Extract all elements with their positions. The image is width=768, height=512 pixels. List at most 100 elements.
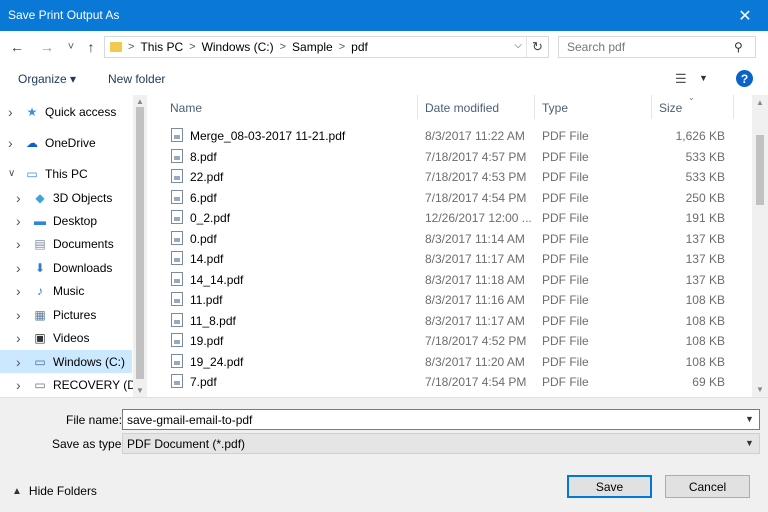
chevron-right-icon[interactable]: ›: [16, 307, 21, 323]
filename-dropdown-icon[interactable]: ▼: [745, 414, 754, 424]
breadcrumb-windows-c[interactable]: Windows (C:): [202, 40, 274, 54]
column-divider[interactable]: [417, 95, 418, 119]
column-divider[interactable]: [534, 95, 535, 119]
table-row[interactable]: 11.pdf 8/3/2017 11:16 AM PDF File 108 KB: [149, 289, 750, 310]
sidebar-item-3d-objects[interactable]: › ◆ 3D Objects: [0, 186, 132, 209]
table-row[interactable]: 0_2.pdf 12/26/2017 12:00 ... PDF File 191 K…: [149, 207, 750, 228]
music-icon: ♪: [37, 283, 43, 298]
file-name: 14_14.pdf: [190, 272, 244, 287]
chevron-right-icon[interactable]: ›: [16, 283, 21, 299]
scroll-up-icon[interactable]: ▲: [756, 98, 764, 107]
chevron-right-icon[interactable]: ›: [16, 377, 21, 393]
navigation-pane-scrollbar[interactable]: ▲ ▼: [133, 95, 147, 397]
table-row[interactable]: 8.pdf 7/18/2017 4:57 PM PDF File 533 KB: [149, 146, 750, 167]
chevron-down-icon[interactable]: ∨: [8, 168, 15, 179]
up-arrow-icon[interactable]: ↑: [82, 38, 100, 56]
save-as-type-dropdown-icon[interactable]: ▼: [745, 438, 754, 448]
table-row[interactable]: 19_24.pdf 8/3/2017 11:20 AM PDF File 108 KB: [149, 351, 750, 372]
sidebar-item-pictures[interactable]: › ▦ Pictures: [0, 303, 132, 326]
chevron-right-icon[interactable]: ›: [8, 135, 13, 151]
back-arrow-icon[interactable]: ←: [8, 38, 26, 56]
sidebar-item-desktop[interactable]: › ▬ Desktop: [0, 209, 132, 232]
column-name[interactable]: Name: [170, 101, 202, 115]
table-row[interactable]: 14.pdf 8/3/2017 11:17 AM PDF File 137 KB: [149, 248, 750, 269]
view-dropdown-icon[interactable]: ▼: [699, 73, 708, 83]
chevron-right-icon[interactable]: ›: [16, 213, 21, 229]
sidebar-item-videos[interactable]: › ▣ Videos: [0, 326, 132, 349]
file-date: 8/3/2017 11:20 AM: [425, 354, 525, 369]
close-icon[interactable]: ✕: [722, 0, 768, 31]
cancel-button[interactable]: Cancel: [665, 475, 750, 498]
sidebar-item-onedrive[interactable]: › ☁ OneDrive: [0, 131, 132, 154]
chevron-right-icon[interactable]: ›: [16, 260, 21, 276]
table-row[interactable]: 7.pdf 7/18/2017 4:54 PM PDF File 69 KB: [149, 371, 750, 392]
chevron-right-icon[interactable]: ›: [8, 104, 13, 120]
column-type[interactable]: Type: [542, 101, 568, 115]
hide-folders-button[interactable]: ▲ Hide Folders: [12, 484, 97, 498]
table-row[interactable]: 19.pdf 7/18/2017 4:52 PM PDF File 108 KB: [149, 330, 750, 351]
sidebar-item-quick-access[interactable]: › ★ Quick access: [0, 100, 132, 123]
column-divider[interactable]: [651, 95, 652, 119]
sidebar-item-this-pc[interactable]: ∨ ▭ This PC: [0, 162, 132, 185]
scroll-up-icon[interactable]: ▲: [136, 97, 144, 106]
file-list-scrollbar[interactable]: ▲ ▼: [752, 95, 768, 397]
table-row[interactable]: Merge_08-03-2017 11-21.pdf 8/3/2017 11:22…: [149, 125, 750, 146]
sidebar-item-label: Documents: [53, 236, 114, 251]
breadcrumb-sample[interactable]: Sample: [292, 40, 333, 54]
table-row[interactable]: 22.pdf 7/18/2017 4:53 PM PDF File 533 KB: [149, 166, 750, 187]
file-type: PDF File: [542, 313, 589, 328]
address-bar[interactable]: > This PC > Windows (C:) > Sample > pdf …: [104, 36, 549, 58]
file-type: PDF File: [542, 129, 589, 143]
file-name: 11.pdf: [190, 293, 223, 307]
file-size: 108 KB: [685, 313, 725, 328]
sidebar-item-music[interactable]: › ♪ Music: [0, 279, 132, 302]
chevron-right-icon[interactable]: ›: [16, 354, 21, 370]
pdf-file-icon: [171, 374, 183, 388]
save-form: File name: ▼ Save as type: PDF Document …: [0, 397, 768, 512]
new-folder-button[interactable]: New folder: [108, 72, 165, 86]
column-divider[interactable]: [733, 95, 734, 119]
organize-button[interactable]: Organize ▾: [18, 72, 76, 86]
recent-locations-icon[interactable]: ˅: [62, 38, 80, 56]
address-dropdown-icon[interactable]: ⌵: [514, 40, 522, 51]
download-icon: ⬇: [34, 260, 46, 275]
forward-arrow-icon[interactable]: →: [38, 38, 56, 56]
refresh-icon[interactable]: ↻: [526, 37, 548, 57]
file-name: 0.pdf: [190, 231, 217, 246]
cube-icon: ◆: [35, 190, 45, 205]
breadcrumb-pdf[interactable]: pdf: [351, 40, 368, 54]
sidebar-item-documents[interactable]: › ▤ Documents: [0, 232, 132, 255]
table-row[interactable]: 6.pdf 7/18/2017 4:54 PM PDF File 250 KB: [149, 187, 750, 208]
scrollbar-thumb[interactable]: [756, 135, 764, 205]
scrollbar-thumb[interactable]: [136, 107, 144, 379]
pdf-file-icon: [171, 312, 183, 327]
table-row[interactable]: 0.pdf 8/3/2017 11:14 AM PDF File 137 KB: [149, 228, 750, 249]
column-size[interactable]: Size: [659, 101, 682, 115]
search-icon[interactable]: ⚲: [734, 40, 748, 54]
table-row[interactable]: 11_8.pdf 8/3/2017 11:17 AM PDF File 108 KB: [149, 310, 750, 331]
save-as-type-select[interactable]: PDF Document (*.pdf): [122, 433, 760, 454]
save-button[interactable]: Save: [567, 475, 652, 498]
scroll-down-icon[interactable]: ▼: [756, 385, 764, 394]
sidebar-item-windows-c[interactable]: › ▭ Windows (C:): [0, 350, 132, 373]
scroll-down-icon[interactable]: ▼: [136, 386, 144, 395]
chevron-right-icon[interactable]: ›: [16, 236, 21, 252]
pdf-file-icon: [171, 353, 183, 368]
navigation-bar: ← → ˅ ↑ > This PC > Windows (C:) > Sampl…: [0, 31, 768, 63]
file-size: 1,626 KB: [675, 129, 725, 143]
sidebar-item-label: Desktop: [53, 213, 98, 228]
computer-icon: ▭: [26, 166, 38, 181]
chevron-right-icon[interactable]: ›: [16, 330, 21, 346]
file-date: 7/18/2017 4:54 PM: [425, 190, 527, 205]
filename-input[interactable]: [122, 409, 760, 430]
sidebar-item-downloads[interactable]: › ⬇ Downloads: [0, 256, 132, 279]
view-options-icon[interactable]: ☰: [675, 71, 687, 87]
table-row[interactable]: 14_14.pdf 8/3/2017 11:18 AM PDF File 137 KB: [149, 269, 750, 290]
column-date-modified[interactable]: Date modified: [425, 101, 499, 115]
breadcrumb-separator: >: [189, 41, 196, 53]
breadcrumb-this-pc[interactable]: This PC: [140, 40, 183, 54]
chevron-right-icon[interactable]: ›: [16, 190, 21, 206]
sidebar-item-recovery-d[interactable]: › ▭ RECOVERY (D:): [0, 373, 143, 396]
help-icon[interactable]: ?: [736, 70, 753, 87]
search-input[interactable]: [558, 36, 756, 58]
